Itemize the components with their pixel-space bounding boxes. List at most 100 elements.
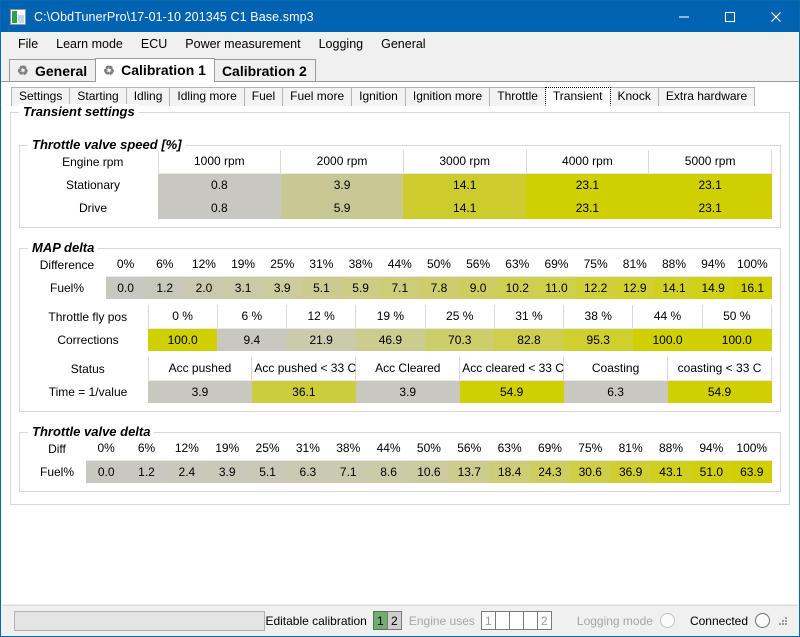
- subtab-ignition[interactable]: Ignition: [351, 87, 406, 106]
- cell-map-fuel[interactable]: 7.1: [380, 276, 420, 299]
- engine-uses-cells: 1 2: [480, 611, 552, 630]
- row-label-time: Time = 1/value: [28, 380, 148, 403]
- menu-item-logging[interactable]: Logging: [310, 34, 373, 54]
- cell-map-fuel[interactable]: 14.1: [654, 276, 694, 299]
- cell-map-fuel[interactable]: 10.2: [497, 276, 537, 299]
- cell-tvd-fuel[interactable]: 3.9: [207, 460, 248, 483]
- status-indicators: Editable calibration 1 2 Engine uses 1 2…: [265, 611, 798, 630]
- subtab-fuel[interactable]: Fuel: [243, 87, 284, 106]
- cell-tvd-fuel[interactable]: 5.1: [247, 460, 288, 483]
- cell-tvd-fuel[interactable]: 10.6: [408, 460, 450, 483]
- engine-cell: [522, 611, 538, 630]
- cell-map-fuel[interactable]: 0.0: [106, 276, 146, 299]
- calibration-cell-1[interactable]: 1: [372, 611, 388, 630]
- close-button[interactable]: [753, 1, 799, 32]
- table-row-header: Difference 0% 6% 12% 19% 25% 31% 38% 44%…: [28, 253, 772, 277]
- cell-stationary[interactable]: 23.1: [648, 173, 772, 196]
- cell-map-fuel[interactable]: 9.0: [458, 276, 498, 299]
- cell-time[interactable]: 3.9: [148, 380, 252, 403]
- connected-indicator: [755, 613, 770, 628]
- subtab-knock[interactable]: Knock: [609, 87, 659, 106]
- cell-map-fuel[interactable]: 7.8: [419, 276, 459, 299]
- cell-map-fuel[interactable]: 1.2: [145, 276, 185, 299]
- cell-correction[interactable]: 95.3: [563, 328, 633, 351]
- cell-tvd-fuel[interactable]: 7.1: [328, 460, 369, 483]
- cell-correction[interactable]: 82.8: [494, 328, 564, 351]
- col-header: 81%: [615, 253, 655, 277]
- cell-correction[interactable]: 9.4: [217, 328, 287, 351]
- cell-tvd-fuel[interactable]: 51.0: [691, 460, 732, 483]
- cell-correction[interactable]: 46.9: [355, 328, 426, 351]
- maximize-button[interactable]: [707, 1, 753, 32]
- cell-tvd-fuel[interactable]: 24.3: [529, 460, 571, 483]
- cell-tvd-fuel[interactable]: 43.1: [650, 460, 692, 483]
- cell-tvd-fuel[interactable]: 2.4: [166, 460, 208, 483]
- tab-calibration-1[interactable]: ♻ Calibration 1: [95, 58, 215, 82]
- cell-time[interactable]: 54.9: [667, 380, 772, 403]
- table-row-header: Throttle fly pos 0 % 6 % 12 % 19 % 25 % …: [28, 305, 773, 329]
- cell-correction[interactable]: 100.0: [148, 328, 218, 351]
- tab-general[interactable]: ♻ General: [9, 59, 97, 82]
- cell-correction[interactable]: 100.0: [702, 328, 772, 351]
- cell-tvd-fuel[interactable]: 18.4: [489, 460, 530, 483]
- cell-drive[interactable]: 0.8: [158, 196, 281, 219]
- cell-map-fuel[interactable]: 12.2: [576, 276, 616, 299]
- cell-map-fuel[interactable]: 5.1: [301, 276, 342, 299]
- subtab-idling-more[interactable]: Idling more: [169, 87, 245, 106]
- cell-tvd-fuel[interactable]: 8.6: [368, 460, 409, 483]
- menu-item-ecu[interactable]: ECU: [132, 34, 176, 54]
- cell-map-fuel[interactable]: 11.0: [536, 276, 577, 299]
- cell-tvd-fuel[interactable]: 36.9: [610, 460, 651, 483]
- cell-stationary[interactable]: 14.1: [403, 173, 527, 196]
- cell-drive[interactable]: 23.1: [648, 196, 772, 219]
- calibration-cell-2[interactable]: 2: [386, 611, 402, 630]
- cell-correction[interactable]: 100.0: [632, 328, 703, 351]
- cell-stationary[interactable]: 23.1: [526, 173, 649, 196]
- title-bar: C:\ObdTunerPro\17-01-10 201345 C1 Base.s…: [1, 1, 799, 32]
- menu-item-power-measurement[interactable]: Power measurement: [176, 34, 309, 54]
- col-header: 25%: [262, 253, 302, 277]
- subtab-extra-hardware[interactable]: Extra hardware: [657, 87, 756, 106]
- cell-map-fuel[interactable]: 16.1: [732, 276, 772, 299]
- calibration-selector[interactable]: 1 2: [372, 611, 402, 630]
- cell-time[interactable]: 36.1: [251, 380, 356, 403]
- cell-map-fuel[interactable]: 5.9: [341, 276, 381, 299]
- cell-map-fuel[interactable]: 2.0: [184, 276, 224, 299]
- subtab-ignition-more[interactable]: Ignition more: [404, 87, 491, 106]
- cell-map-fuel[interactable]: 12.9: [615, 276, 655, 299]
- resize-grip-icon[interactable]: [779, 617, 788, 626]
- cell-tvd-fuel[interactable]: 6.3: [287, 460, 329, 483]
- cell-tvd-fuel[interactable]: 1.2: [126, 460, 167, 483]
- cell-time[interactable]: 3.9: [355, 380, 460, 403]
- subtab-fuel-more[interactable]: Fuel more: [282, 87, 353, 106]
- cell-tvd-fuel[interactable]: 0.0: [86, 460, 127, 483]
- cell-stationary[interactable]: 0.8: [158, 173, 281, 196]
- refresh-icon: ♻: [103, 62, 115, 78]
- tab-calibration-2[interactable]: Calibration 2: [213, 59, 316, 82]
- table-row: Corrections 100.0 9.4 21.9 46.9 70.3 82.…: [28, 328, 772, 351]
- row-label-throttle-fly-pos: Throttle fly pos: [28, 305, 148, 328]
- cell-drive[interactable]: 23.1: [526, 196, 649, 219]
- cell-tvd-fuel[interactable]: 63.9: [731, 460, 772, 483]
- col-header: 6 %: [216, 305, 288, 329]
- cell-tvd-fuel[interactable]: 30.6: [570, 460, 611, 483]
- subtab-transient[interactable]: Transient: [544, 87, 611, 106]
- cell-drive[interactable]: 14.1: [403, 196, 527, 219]
- cell-time[interactable]: 54.9: [459, 380, 564, 403]
- cell-map-fuel[interactable]: 14.9: [693, 276, 733, 299]
- subtab-throttle[interactable]: Throttle: [489, 87, 546, 106]
- menu-item-general[interactable]: General: [372, 34, 434, 54]
- cell-tvd-fuel[interactable]: 13.7: [449, 460, 490, 483]
- menu-item-learn-mode[interactable]: Learn mode: [47, 34, 132, 54]
- row-label-fuel: Fuel%: [28, 460, 86, 483]
- menu-item-file[interactable]: File: [9, 34, 47, 54]
- cell-correction[interactable]: 21.9: [286, 328, 356, 351]
- cell-time[interactable]: 6.3: [563, 380, 668, 403]
- cell-drive[interactable]: 5.9: [280, 196, 404, 219]
- cell-correction[interactable]: 70.3: [425, 328, 495, 351]
- cell-map-fuel[interactable]: 3.1: [223, 276, 263, 299]
- col-header: 12 %: [286, 305, 357, 329]
- minimize-button[interactable]: [661, 1, 707, 32]
- cell-stationary[interactable]: 3.9: [280, 173, 404, 196]
- cell-map-fuel[interactable]: 3.9: [262, 276, 302, 299]
